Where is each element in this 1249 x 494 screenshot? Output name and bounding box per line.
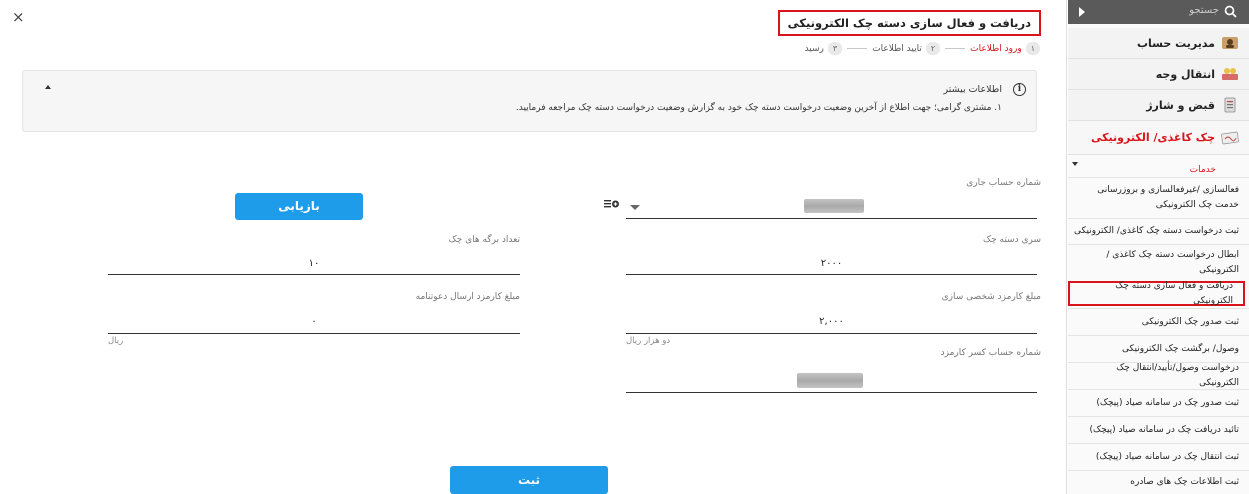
step-1-number: ۱ — [1025, 42, 1040, 55]
step-3: ۳ رسید — [805, 42, 843, 55]
step-2-label: تایید اطلاعات — [872, 43, 922, 54]
account-underline — [626, 218, 1037, 219]
sheets-label: تعداد برگه های چک — [448, 235, 520, 245]
step-3-number: ۳ — [827, 42, 843, 55]
sidebar-subitem[interactable]: تائید دریافت چک در سامانه صیاد (پیچک) — [1068, 416, 1249, 443]
sidebar-subitem[interactable]: ثبت اطلاعات چک های صادره — [1068, 470, 1249, 494]
sidebar-item-bill-charge[interactable]: قبض و شارژ — [1068, 90, 1249, 121]
cheque-icon — [1221, 131, 1239, 144]
sidebar-item-money-transfer[interactable]: انتقال وجه — [1068, 59, 1249, 90]
deduct-account-underline — [626, 392, 1037, 393]
page-title: دریافت و فعال سازی دسته چک الکترونیکی — [777, 10, 1041, 36]
info-text: ۱. مشتری گرامی؛ جهت اطلاع از آخرین وضعیت… — [515, 103, 1002, 113]
submit-button[interactable]: ثبت — [450, 466, 608, 494]
main-panel: × دریافت و فعال سازی دسته چک الکترونیکی … — [0, 0, 1067, 494]
step-1: ۱ ورود اطلاعات — [970, 42, 1040, 55]
close-icon[interactable]: × — [12, 10, 25, 25]
sidebar-search[interactable]: جستجو — [1068, 0, 1249, 24]
sidebar-subitem[interactable]: ثبت صدور چک الکترونیکی — [1068, 308, 1249, 335]
step-indicator: ۱ ورود اطلاعات ۲ تایید اطلاعات ۳ رسید — [805, 42, 1040, 55]
invite-fee-input[interactable]: ۰ — [108, 316, 520, 327]
sidebar-subitem[interactable]: ثبت انتقال چک در سامانه صیاد (پیچک) — [1068, 443, 1249, 470]
fee-words: دو هزار ریال — [626, 336, 671, 346]
sidebar-item-label: چک کاغذی/ الکترونیکی — [1091, 131, 1215, 144]
collapse-caret-icon[interactable] — [1072, 162, 1078, 166]
search-icon[interactable] — [1224, 5, 1237, 18]
chevron-right-icon[interactable] — [1079, 7, 1085, 17]
info-title: اطلاعات بیشتر — [943, 84, 1003, 95]
info-icon: i — [1013, 83, 1026, 96]
sidebar-item-label: قبض و شارژ — [1146, 98, 1215, 112]
sidebar-item-label: مدیریت حساب — [1136, 36, 1215, 50]
sidebar: جستجو مدیریت حساب انتقال وجه قبض و شارژ — [1068, 0, 1249, 494]
fee-label: مبلغ کارمزد شخصی سازی — [941, 292, 1041, 302]
fee-underline — [626, 333, 1037, 334]
account-label: شماره حساب جاری — [966, 178, 1041, 188]
info-panel: i اطلاعات بیشتر ۱. مشتری گرامی؛ جهت اطلا… — [22, 70, 1037, 132]
sidebar-subitem[interactable]: ابطال درخواست دسته چک کاغذی / الکترونیکی — [1068, 244, 1249, 281]
invite-fee-label: مبلغ کارمزد ارسال دعوتنامه — [415, 292, 520, 302]
services-title: خدمات — [1189, 165, 1216, 175]
series-label: سری دسته چک — [983, 235, 1041, 245]
account-management-icon — [1222, 37, 1238, 49]
collapse-caret-icon[interactable] — [45, 85, 51, 89]
deduct-account-label: شماره حساب کسر کارمزد — [940, 348, 1041, 358]
sheets-underline — [108, 274, 520, 275]
series-input[interactable]: ۲۰۰۰ — [626, 258, 1037, 269]
sidebar-item-account-management[interactable]: مدیریت حساب — [1068, 28, 1249, 59]
account-value-redacted — [804, 199, 864, 213]
list-add-icon[interactable] — [604, 199, 620, 211]
chevron-down-icon[interactable] — [630, 205, 640, 210]
step-3-label: رسید — [804, 43, 824, 54]
sidebar-subitem[interactable]: درخواست وصول/تأیید/انتقال چک الکترونیکی — [1068, 362, 1249, 389]
deduct-account-redacted — [797, 373, 863, 388]
sidebar-subitem[interactable]: ثبت صدور چک در سامانه صیاد (پیچک) — [1068, 389, 1249, 416]
retrieve-button[interactable]: بازیابی — [235, 193, 363, 220]
money-transfer-icon — [1222, 68, 1238, 80]
sidebar-subitem[interactable]: ثبت درخواست دسته چک کاغذی/ الکترونیکی — [1068, 218, 1249, 244]
step-2-number: ۲ — [925, 42, 941, 55]
step-1-label: ورود اطلاعات — [970, 43, 1022, 54]
step-2: ۲ تایید اطلاعات — [872, 42, 941, 55]
sidebar-subitem[interactable]: وصول/ برگشت چک الکترونیکی — [1068, 335, 1249, 362]
series-underline — [626, 274, 1037, 275]
fee-input[interactable]: ۲,۰۰۰ — [626, 316, 1037, 327]
sidebar-subitem[interactable]: فعالسازی /غیرفعالسازی و بروزرسانی خدمت چ… — [1068, 177, 1249, 218]
sidebar-item-label: انتقال وجه — [1155, 67, 1215, 81]
invite-fee-underline — [108, 333, 520, 334]
step-separator — [945, 48, 966, 49]
sheets-input[interactable]: ۱۰ — [108, 258, 520, 269]
sidebar-item-cheque[interactable]: چک کاغذی/ الکترونیکی — [1068, 121, 1249, 155]
search-placeholder: جستجو — [1189, 5, 1219, 16]
invite-fee-unit: ریال — [108, 336, 124, 346]
sidebar-subitem-selected[interactable]: دریافت و فعال سازی دسته چک الکترونیکی — [1068, 281, 1245, 306]
bill-charge-icon — [1224, 97, 1236, 113]
step-separator — [847, 48, 868, 49]
